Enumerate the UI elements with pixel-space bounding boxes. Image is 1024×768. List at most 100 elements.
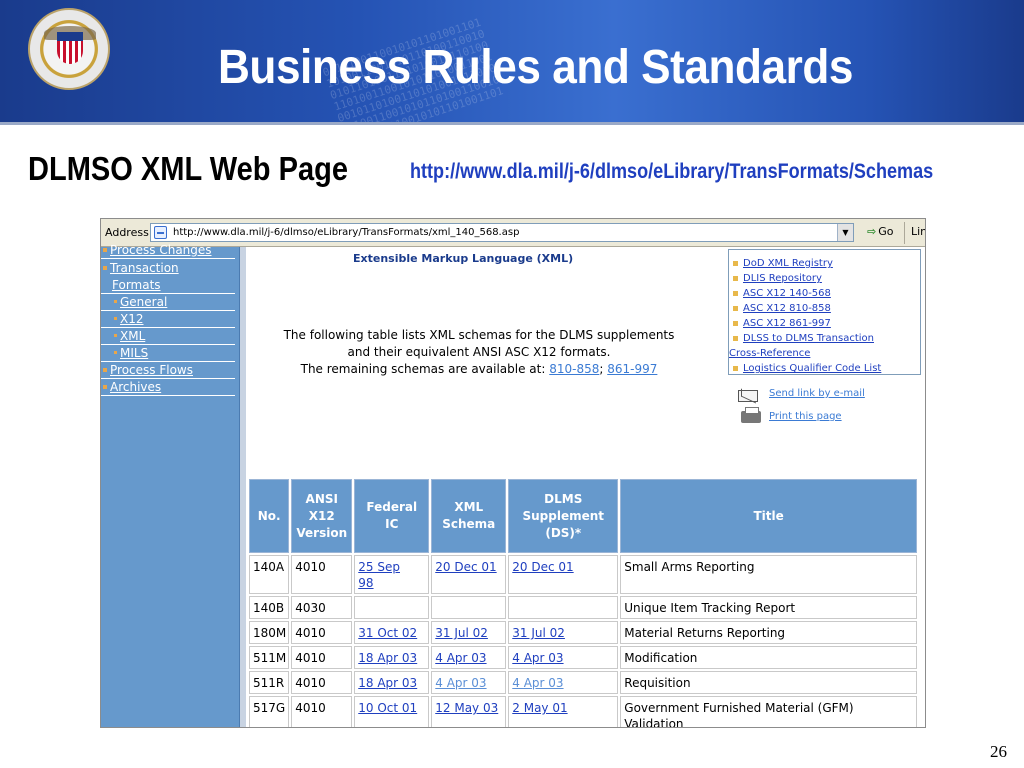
slide-header: 0110100110010101101001101 10100110010101… <box>0 0 1024 122</box>
print-icon[interactable] <box>741 407 761 423</box>
address-value: http://www.dla.mil/j-6/dlmso/eLibrary/Tr… <box>173 227 520 238</box>
bullet-icon <box>103 384 107 389</box>
cell-version: 4010 <box>291 671 353 694</box>
schemas-url[interactable]: http://www.dla.mil/j-6/dlmso/eLibrary/Tr… <box>410 160 933 184</box>
slide-number: 26 <box>990 742 1007 761</box>
sidebar-item-transaction[interactable]: Transaction <box>101 260 235 277</box>
sidebar-item-formats[interactable]: Formats <box>101 277 235 294</box>
slide-title: Business Rules and Standards <box>218 41 853 94</box>
cell-title: Small Arms Reporting <box>620 555 917 594</box>
cell-no: 517G <box>249 696 290 727</box>
address-input[interactable]: http://www.dla.mil/j-6/dlmso/eLibrary/Tr… <box>150 223 854 242</box>
table-row: 511M 4010 18 Apr 03 4 Apr 03 4 Apr 03 Mo… <box>249 646 917 669</box>
bullet-icon <box>733 365 738 371</box>
dlms-supplement-link[interactable]: 4 Apr 03 <box>512 676 563 690</box>
bullet-icon <box>103 265 107 270</box>
cell-no: 511R <box>249 671 290 694</box>
link-asc-x12-861-997[interactable]: ASC X12 861-997 <box>733 318 831 329</box>
cell-dlms-supplement: 2 May 01 <box>508 696 619 727</box>
link-asc-x12-810-858[interactable]: ASC X12 810-858 <box>733 303 831 314</box>
print-page-link[interactable]: Print this page <box>769 411 842 422</box>
cell-federal-ic: 18 Apr 03 <box>354 646 430 669</box>
link-asc-x12-140-568[interactable]: ASC X12 140-568 <box>733 288 831 299</box>
xml-schema-link[interactable]: 12 May 03 <box>435 701 498 715</box>
bullet-icon <box>103 367 107 372</box>
cell-version: 4030 <box>291 596 353 619</box>
cell-title: Government Furnished Material (GFM) Valid… <box>620 696 917 727</box>
link-cross-reference[interactable]: Cross-Reference <box>729 348 810 359</box>
link-dlis-repository[interactable]: DLIS Repository <box>733 273 822 284</box>
go-label: Go <box>878 225 894 238</box>
page-heading: Extensible Markup Language (XML) <box>353 252 574 265</box>
cell-xml-schema: 12 May 03 <box>431 696 507 727</box>
cell-dlms-supplement: 31 Jul 02 <box>508 621 619 644</box>
cell-no: 140B <box>249 596 290 619</box>
cell-xml-schema: 31 Jul 02 <box>431 621 507 644</box>
cell-version: 4010 <box>291 621 353 644</box>
sidebar-item-archives[interactable]: Archives <box>101 379 235 396</box>
email-icon[interactable] <box>738 390 758 402</box>
cell-no: 180M <box>249 621 290 644</box>
dlms-supplement-link[interactable]: 31 Jul 02 <box>512 626 565 640</box>
sidebar-item-process-flows[interactable]: Process Flows <box>101 362 235 379</box>
bullet-icon <box>103 247 107 252</box>
sidebar-item-x12[interactable]: X12 <box>101 311 235 328</box>
link-dod-xml-registry[interactable]: DoD XML Registry <box>733 258 833 269</box>
table-row: 517G 4010 10 Oct 01 12 May 03 2 May 01 G… <box>249 696 917 727</box>
table-row: 140A 4010 25 Sep 98 20 Dec 01 20 Dec 01 S… <box>249 555 917 594</box>
cell-title: Modification <box>620 646 917 669</box>
link-logistics-qualifier[interactable]: Logistics Qualifier Code List <box>733 363 881 374</box>
page-icon <box>154 226 167 239</box>
header-divider <box>0 122 1024 125</box>
federal-ic-link[interactable]: 10 Oct 01 <box>358 701 417 715</box>
dlms-supplement-link[interactable]: 20 Dec 01 <box>512 560 573 574</box>
schemas-table: No. ANSI X12 Version Federal IC XML Schema D… <box>247 477 919 727</box>
federal-ic-link[interactable]: 18 Apr 03 <box>358 676 417 690</box>
sidebar-item-general[interactable]: General <box>101 294 235 311</box>
cell-dlms-supplement: 4 Apr 03 <box>508 671 619 694</box>
sidebar-divider <box>240 247 246 727</box>
cell-version: 4010 <box>291 646 353 669</box>
cell-xml-schema: 4 Apr 03 <box>431 671 507 694</box>
links-button[interactable]: Lin <box>911 225 925 238</box>
intro-text: The following table lists XML schemas fo… <box>283 328 675 376</box>
xml-schema-link[interactable]: 31 Jul 02 <box>435 626 488 640</box>
federal-ic-link[interactable]: 31 Oct 02 <box>358 626 417 640</box>
send-link-email[interactable]: Send link by e-mail <box>769 388 865 399</box>
chevron-down-icon[interactable]: ▼ <box>837 224 853 241</box>
sidebar-item-xml[interactable]: XML <box>101 328 235 345</box>
cell-title: Unique Item Tracking Report <box>620 596 917 619</box>
xml-schema-link[interactable]: 4 Apr 03 <box>435 651 486 665</box>
table-row: 180M 4010 31 Oct 02 31 Jul 02 31 Jul 02 … <box>249 621 917 644</box>
sidebar-item-mils[interactable]: MILS <box>101 345 235 362</box>
cell-xml-schema: 4 Apr 03 <box>431 646 507 669</box>
cell-federal-ic: 31 Oct 02 <box>354 621 430 644</box>
link-810-858[interactable]: 810-858 <box>549 362 599 376</box>
schemas-table-wrap: No. ANSI X12 Version Federal IC XML Schema D… <box>247 477 919 727</box>
federal-ic-link[interactable]: 25 Sep 98 <box>358 560 400 590</box>
bullet-icon <box>733 260 738 266</box>
go-arrow-icon: ⇨ <box>867 225 877 238</box>
cell-xml-schema <box>431 596 507 619</box>
link-dlss-to-dlms[interactable]: DLSS to DLMS Transaction <box>733 333 874 344</box>
xml-schema-link[interactable]: 20 Dec 01 <box>435 560 496 574</box>
cell-federal-ic: 10 Oct 01 <box>354 696 430 727</box>
dlms-supplement-link[interactable]: 2 May 01 <box>512 701 567 715</box>
header-title: Title <box>620 479 917 553</box>
sidebar-item-process-changes[interactable]: Process Changes <box>101 242 235 259</box>
cell-version: 4010 <box>291 696 353 727</box>
related-links-panel: DoD XML Registry DLIS Repository ASC X12… <box>728 249 921 375</box>
xml-schema-link[interactable]: 4 Apr 03 <box>435 676 486 690</box>
dla-seal-icon <box>28 8 110 90</box>
bullet-icon <box>114 317 117 320</box>
browser-screenshot: Address http://www.dla.mil/j-6/dlmso/eLi… <box>100 218 926 728</box>
bullet-icon <box>114 300 117 303</box>
dlms-supplement-link[interactable]: 4 Apr 03 <box>512 651 563 665</box>
federal-ic-link[interactable]: 18 Apr 03 <box>358 651 417 665</box>
go-button[interactable]: ⇨ Go <box>867 225 893 238</box>
shield-icon <box>57 32 83 64</box>
link-861-997[interactable]: 861-997 <box>607 362 657 376</box>
bullet-icon <box>733 335 738 341</box>
bullet-icon <box>114 334 117 337</box>
cell-no: 511M <box>249 646 290 669</box>
